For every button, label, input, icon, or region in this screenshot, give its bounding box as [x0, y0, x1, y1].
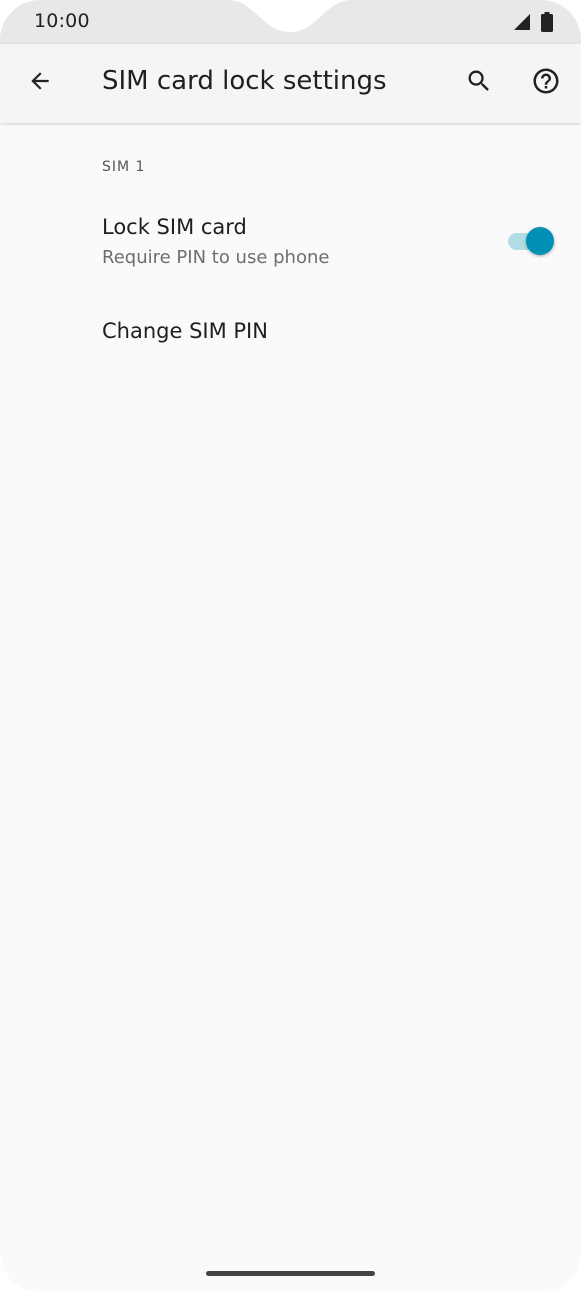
page-title: SIM card lock settings: [102, 66, 387, 96]
app-bar: SIM card lock settings: [0, 44, 581, 123]
change-sim-pin-title: Change SIM PIN: [102, 319, 268, 343]
help-button[interactable]: [522, 59, 570, 107]
phone-screen: 10:00 SIM card lock settings SIM 1 Lock …: [0, 0, 581, 1292]
switch-thumb: [526, 227, 554, 255]
status-icons: [513, 12, 553, 36]
gesture-nav-handle[interactable]: [206, 1271, 375, 1276]
arrow-back-icon: [27, 68, 53, 98]
signal-icon: [513, 13, 531, 35]
change-sim-pin-row[interactable]: Change SIM PIN: [0, 300, 581, 366]
search-icon: [465, 67, 493, 99]
section-header-sim1: SIM 1: [102, 159, 146, 175]
lock-sim-card-switch[interactable]: [504, 224, 556, 258]
status-bar: 10:00: [0, 0, 581, 44]
lock-sim-card-summary: Require PIN to use phone: [102, 247, 330, 268]
lock-sim-card-title: Lock SIM card: [102, 215, 247, 239]
help-icon: [531, 66, 561, 100]
battery-icon: [541, 12, 553, 36]
back-button[interactable]: [16, 59, 64, 107]
search-button[interactable]: [455, 59, 503, 107]
lock-sim-card-row[interactable]: Lock SIM card Require PIN to use phone: [0, 200, 581, 290]
status-time: 10:00: [34, 10, 90, 32]
